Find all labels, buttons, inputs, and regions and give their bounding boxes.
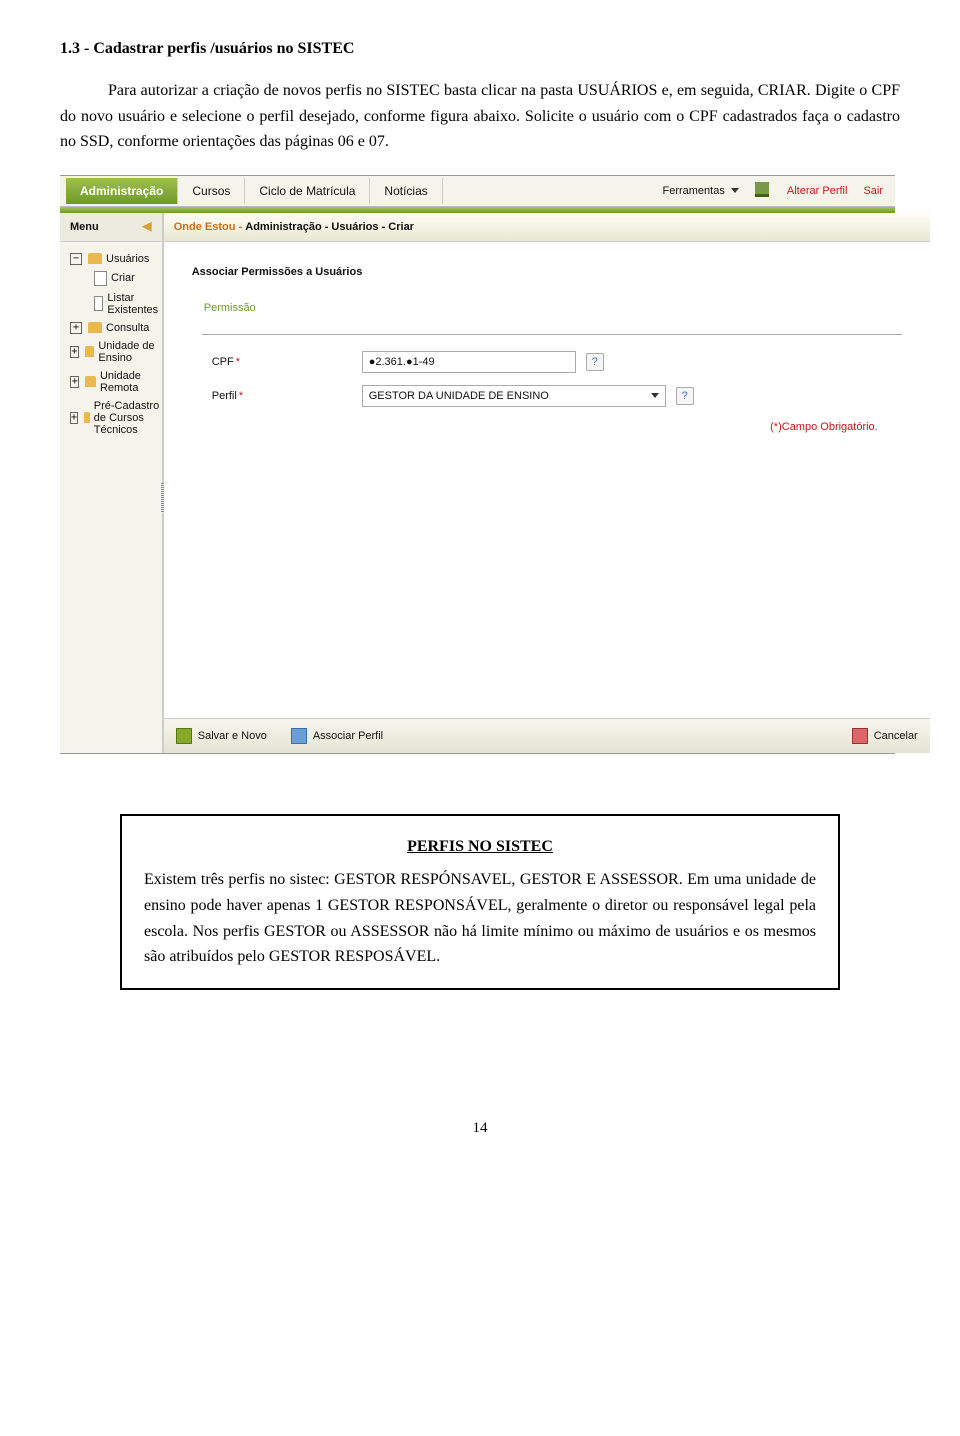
chevron-down-icon bbox=[731, 188, 739, 193]
sidebar-item-consulta[interactable]: +Consulta bbox=[66, 319, 162, 337]
bottom-bar: Salvar e Novo Associar Perfil Cancelar bbox=[164, 718, 930, 753]
sidebar-label: Consulta bbox=[106, 322, 149, 334]
salvar-label: Salvar e Novo bbox=[198, 730, 267, 742]
document-icon bbox=[94, 271, 107, 286]
paragraph-1: Para autorizar a criação de novos perfis… bbox=[60, 78, 900, 155]
perfil-select[interactable]: GESTOR DA UNIDADE DE ENSINO bbox=[362, 385, 666, 407]
fieldset-legend: Permissão bbox=[200, 302, 260, 314]
info-box-title: PERFIS NO SISTEC bbox=[144, 834, 816, 860]
sidebar: Menu −Usuários Criar Listar Existentes +… bbox=[60, 213, 163, 753]
help-icon[interactable]: ? bbox=[676, 387, 694, 405]
cpf-label: CPF bbox=[212, 356, 234, 368]
splitter-handle[interactable] bbox=[161, 483, 164, 513]
section-title: 1.3 - Cadastrar perfis /usuários no SIST… bbox=[60, 40, 900, 58]
permissao-fieldset: CPF* ●2.361.●1-49 ? Perfil* bbox=[202, 334, 902, 407]
campo-obrigatorio-note: (*)Campo Obrigatório. bbox=[192, 419, 902, 433]
save-icon bbox=[176, 728, 192, 744]
tab-noticias[interactable]: Notícias bbox=[370, 178, 442, 204]
page-number: 14 bbox=[60, 1120, 900, 1137]
sidebar-label: Unidade de Ensino bbox=[98, 340, 161, 364]
breadcrumb-prefix: Onde Estou - bbox=[174, 221, 242, 233]
collapse-icon[interactable] bbox=[142, 222, 152, 232]
breadcrumb-path: Administração - Usuários - Criar bbox=[245, 221, 414, 233]
cpf-input[interactable]: ●2.361.●1-49 bbox=[362, 351, 576, 373]
required-star: * bbox=[236, 356, 240, 368]
folder-icon bbox=[84, 412, 90, 423]
sidebar-item-precadastro[interactable]: +Pré-Cadastro de Cursos Técnicos bbox=[66, 397, 162, 439]
sidebar-label: Listar Existentes bbox=[107, 292, 161, 316]
associar-perfil-button[interactable]: Associar Perfil bbox=[291, 728, 383, 744]
chevron-down-icon bbox=[651, 393, 659, 398]
sidebar-item-unidade-ensino[interactable]: +Unidade de Ensino bbox=[66, 337, 162, 367]
floppy-icon bbox=[291, 728, 307, 744]
sidebar-tree: −Usuários Criar Listar Existentes +Consu… bbox=[60, 242, 162, 439]
folder-icon bbox=[85, 376, 95, 387]
tab-administracao[interactable]: Administração bbox=[66, 178, 178, 204]
sidebar-item-unidade-remota[interactable]: +Unidade Remota bbox=[66, 367, 162, 397]
print-button[interactable] bbox=[755, 182, 771, 200]
associar-label: Associar Perfil bbox=[313, 730, 383, 742]
breadcrumb: Onde Estou - Administração - Usuários - … bbox=[164, 213, 930, 242]
folder-icon bbox=[88, 253, 102, 264]
form-title: Associar Permissões a Usuários bbox=[192, 266, 902, 278]
sair-link[interactable]: Sair bbox=[863, 185, 883, 197]
perfil-value: GESTOR DA UNIDADE DE ENSINO bbox=[369, 390, 549, 402]
ferramentas-dropdown[interactable]: Ferramentas bbox=[662, 185, 738, 197]
row-perfil: Perfil* GESTOR DA UNIDADE DE ENSINO ? bbox=[212, 385, 892, 407]
info-box: PERFIS NO SISTEC Existem três perfis no … bbox=[120, 814, 840, 990]
cancelar-label: Cancelar bbox=[874, 730, 918, 742]
info-box-body: Existem três perfis no sistec: GESTOR RE… bbox=[144, 867, 816, 969]
tab-cursos[interactable]: Cursos bbox=[178, 178, 245, 204]
screenshot: Administração Cursos Ciclo de Matrícula … bbox=[60, 175, 895, 754]
sidebar-title: Menu bbox=[70, 221, 99, 233]
main-area: Onde Estou - Administração - Usuários - … bbox=[163, 213, 930, 753]
cancelar-button[interactable]: Cancelar bbox=[852, 728, 918, 744]
sidebar-item-listar[interactable]: Listar Existentes bbox=[66, 289, 162, 319]
row-cpf: CPF* ●2.361.●1-49 ? bbox=[212, 351, 892, 373]
alterar-perfil-link[interactable]: Alterar Perfil bbox=[787, 185, 848, 197]
sidebar-label: Unidade Remota bbox=[100, 370, 162, 394]
print-icon bbox=[755, 182, 769, 197]
perfil-label: Perfil bbox=[212, 390, 237, 402]
cancel-icon bbox=[852, 728, 868, 744]
help-icon[interactable]: ? bbox=[586, 353, 604, 371]
document-icon bbox=[94, 296, 103, 311]
sidebar-item-usuarios[interactable]: −Usuários bbox=[66, 250, 162, 268]
screenshot-container: Administração Cursos Ciclo de Matrícula … bbox=[60, 175, 900, 754]
folder-icon bbox=[85, 346, 95, 357]
sidebar-label: Criar bbox=[111, 272, 135, 284]
sidebar-head: Menu bbox=[60, 213, 162, 242]
sidebar-label: Pré-Cadastro de Cursos Técnicos bbox=[94, 400, 162, 436]
tab-ciclo-matricula[interactable]: Ciclo de Matrícula bbox=[245, 178, 370, 204]
folder-icon bbox=[88, 322, 102, 333]
topbar: Administração Cursos Ciclo de Matrícula … bbox=[60, 176, 895, 207]
sidebar-label: Usuários bbox=[106, 253, 149, 265]
ferramentas-label: Ferramentas bbox=[662, 185, 724, 197]
required-star: * bbox=[239, 390, 243, 402]
sidebar-item-criar[interactable]: Criar bbox=[66, 268, 162, 289]
salvar-e-novo-button[interactable]: Salvar e Novo bbox=[176, 728, 267, 744]
